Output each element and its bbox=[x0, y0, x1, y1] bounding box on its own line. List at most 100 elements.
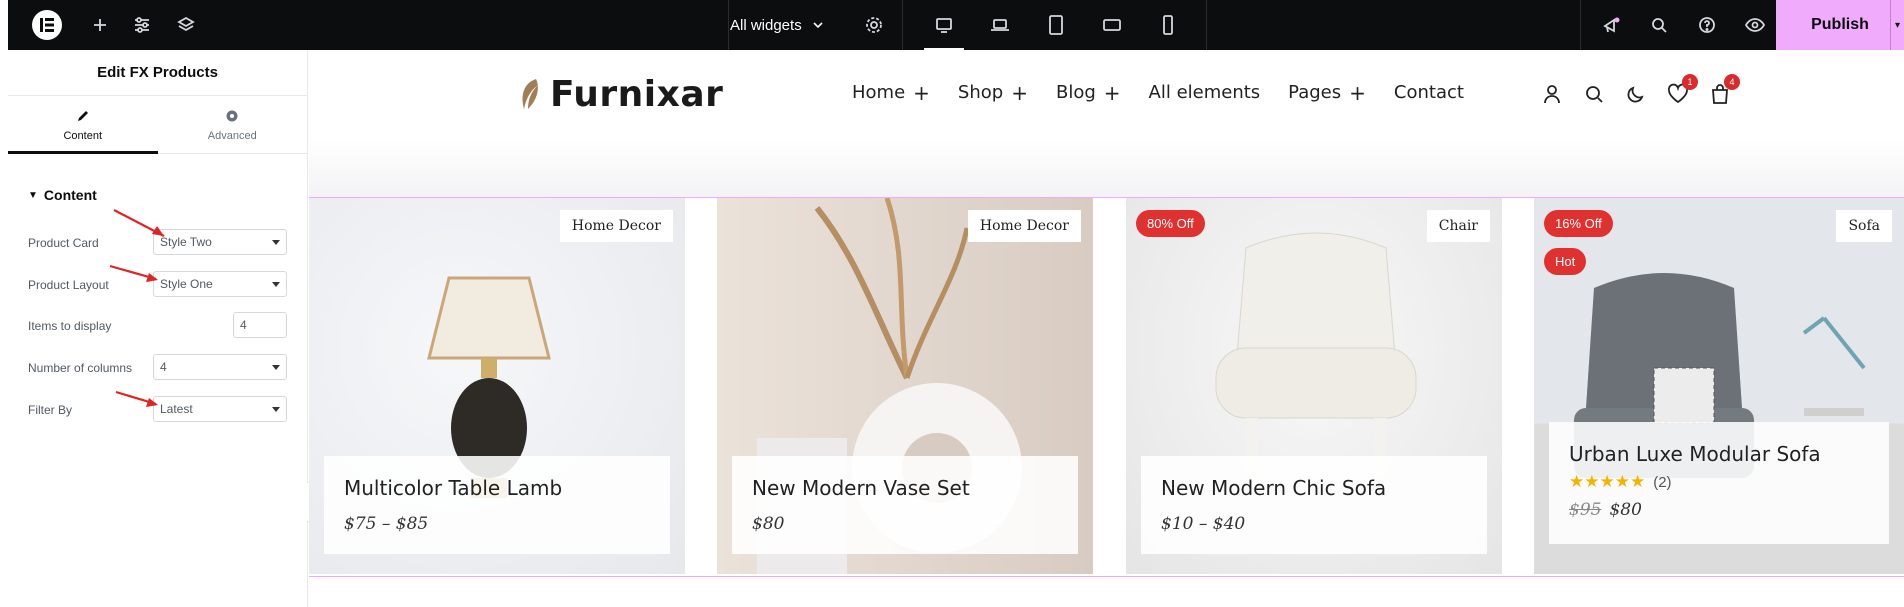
leaf-logo-icon bbox=[522, 78, 538, 109]
number-of-columns-value: 4 bbox=[160, 360, 167, 374]
editor-panel: Edit FX Products Content Advanced ▼ Cont… bbox=[8, 50, 308, 607]
nav-item-home[interactable]: Home + bbox=[852, 82, 930, 103]
product-info: New Modern Chic Sofa $10 – $40 bbox=[1141, 456, 1487, 554]
dark-mode-moon-icon[interactable] bbox=[1624, 82, 1648, 106]
desktop-icon[interactable] bbox=[930, 0, 958, 50]
product-price: $75 – $85 bbox=[344, 514, 429, 534]
rating: ★★★★★ (2) bbox=[1569, 472, 1869, 492]
category-tag[interactable]: Chair bbox=[1426, 210, 1490, 242]
chic-chair-image bbox=[1215, 232, 1417, 478]
tab-advanced[interactable]: Advanced bbox=[158, 96, 308, 153]
wishlist-count-badge: 1 bbox=[1682, 74, 1698, 90]
category-tag[interactable]: Home Decor bbox=[559, 210, 673, 242]
nav-item-shop[interactable]: Shop + bbox=[958, 82, 1028, 103]
publish-options-caret[interactable]: ▾ bbox=[1890, 0, 1904, 50]
section-content-label: Content bbox=[43, 187, 97, 203]
editor-topbar: All widgets Publish ▾ bbox=[8, 0, 1904, 50]
plus-icon: + bbox=[1349, 80, 1366, 105]
product-layout-value: Style One bbox=[160, 277, 213, 291]
chevron-down-icon bbox=[813, 22, 823, 29]
cart-bag-icon[interactable]: 4 bbox=[1708, 74, 1740, 106]
elementor-logo-button[interactable] bbox=[32, 10, 62, 40]
product-info: Multicolor Table Lamb $75 – $85 bbox=[324, 456, 670, 554]
site-settings-icon[interactable] bbox=[130, 0, 154, 50]
product-name[interactable]: New Modern Chic Sofa bbox=[1161, 476, 1467, 500]
site-nav: Home + Shop + Blog + All elements Pages + Co… bbox=[852, 82, 1464, 103]
preview-eye-icon[interactable] bbox=[1742, 0, 1768, 50]
caret-down-icon bbox=[272, 282, 280, 287]
site-logo[interactable]: Furnixar bbox=[514, 74, 723, 115]
nav-item-pages[interactable]: Pages + bbox=[1288, 82, 1366, 103]
product-price: $10 – $40 bbox=[1161, 514, 1246, 534]
tablet-icon[interactable] bbox=[1042, 0, 1070, 50]
product-card[interactable]: 16% Off Hot Sofa Urban Luxe Modular Sofa… bbox=[1534, 198, 1904, 574]
search-icon[interactable] bbox=[1646, 0, 1672, 50]
number-of-columns-select[interactable]: 4 bbox=[153, 354, 287, 380]
nav-item-all-elements[interactable]: All elements bbox=[1149, 82, 1261, 103]
red-arrow-annotation bbox=[113, 209, 165, 237]
gear-icon[interactable] bbox=[862, 0, 886, 50]
tablet-landscape-icon[interactable] bbox=[1098, 0, 1126, 50]
product-price: $80 bbox=[752, 514, 785, 534]
nav-label: Shop bbox=[957, 82, 1004, 103]
section-divider-band bbox=[309, 140, 1904, 197]
panel-title: Edit FX Products bbox=[8, 50, 307, 96]
nav-label: Contact bbox=[1393, 82, 1464, 103]
publish-label: Publish bbox=[1811, 16, 1869, 33]
product-card[interactable]: Home Decor New Modern Vase Set $80 bbox=[717, 198, 1093, 574]
product-name[interactable]: Urban Luxe Modular Sofa bbox=[1569, 442, 1869, 466]
star-rating-icon: ★★★★★ bbox=[1569, 472, 1646, 491]
category-tag[interactable]: Sofa bbox=[1836, 210, 1892, 242]
section-content-toggle[interactable]: ▼ Content bbox=[28, 187, 97, 203]
widgets-dropdown[interactable]: All widgets bbox=[730, 0, 824, 50]
caret-down-icon bbox=[272, 365, 280, 370]
nav-item-contact[interactable]: Contact bbox=[1394, 82, 1464, 103]
product-card[interactable]: Home Decor Multicolor Table Lamb $75 – $… bbox=[309, 198, 685, 574]
product-name[interactable]: Multicolor Table Lamb bbox=[344, 476, 650, 500]
product-price: $80 bbox=[1609, 500, 1642, 520]
notifications-megaphone-icon[interactable] bbox=[1598, 0, 1624, 50]
product-layout-select[interactable]: Style One bbox=[153, 271, 287, 297]
items-to-display-input[interactable]: 4 bbox=[233, 312, 287, 338]
tab-advanced-label: Advanced bbox=[207, 129, 257, 142]
plus-icon: + bbox=[1011, 80, 1028, 105]
nav-label: Blog bbox=[1055, 82, 1096, 103]
product-layout-label: Product Layout bbox=[28, 278, 109, 292]
nav-label: Pages bbox=[1288, 82, 1342, 103]
structure-layers-icon[interactable] bbox=[174, 0, 198, 50]
publish-button[interactable]: Publish bbox=[1776, 0, 1904, 50]
mobile-icon[interactable] bbox=[1154, 0, 1182, 50]
filter-by-label: Filter By bbox=[28, 403, 73, 417]
rating-count: (2) bbox=[1653, 473, 1672, 491]
caret-down-icon bbox=[272, 240, 280, 245]
cart-count-badge: 4 bbox=[1724, 74, 1740, 90]
gear-icon bbox=[226, 110, 238, 121]
product-price-block: $95 $80 bbox=[1569, 500, 1869, 520]
product-card-select[interactable]: Style Two bbox=[153, 229, 287, 255]
filter-by-select[interactable]: Latest bbox=[153, 396, 287, 422]
tab-content-label: Content bbox=[63, 129, 103, 142]
hot-badge: Hot bbox=[1544, 248, 1587, 275]
sale-badge: 16% Off bbox=[1544, 210, 1613, 237]
red-arrow-annotation bbox=[115, 390, 158, 407]
user-icon[interactable] bbox=[1540, 82, 1564, 106]
old-price: $95 bbox=[1569, 500, 1602, 520]
add-element-icon[interactable] bbox=[88, 0, 112, 50]
search-icon[interactable] bbox=[1582, 82, 1606, 106]
product-name[interactable]: New Modern Vase Set bbox=[752, 476, 1058, 500]
nav-label: Home bbox=[852, 82, 906, 103]
filter-by-value: Latest bbox=[160, 402, 193, 416]
laptop-icon[interactable] bbox=[986, 0, 1014, 50]
category-tag[interactable]: Home Decor bbox=[967, 210, 1081, 242]
product-card[interactable]: 80% Off Chair New Modern Chic Sofa $10 –… bbox=[1126, 198, 1502, 574]
nav-item-blog[interactable]: Blog + bbox=[1056, 82, 1121, 103]
wishlist-heart-icon[interactable]: 1 bbox=[1666, 74, 1698, 106]
tab-content[interactable]: Content bbox=[8, 96, 158, 154]
header-icons: 1 4 bbox=[1540, 74, 1740, 106]
pencil-icon bbox=[77, 110, 88, 121]
nav-label: All elements bbox=[1148, 82, 1261, 103]
panel-tabs: Content Advanced bbox=[8, 96, 307, 154]
product-card-label: Product Card bbox=[28, 236, 99, 250]
widgets-dropdown-label: All widgets bbox=[730, 16, 802, 34]
help-icon[interactable] bbox=[1694, 0, 1720, 50]
